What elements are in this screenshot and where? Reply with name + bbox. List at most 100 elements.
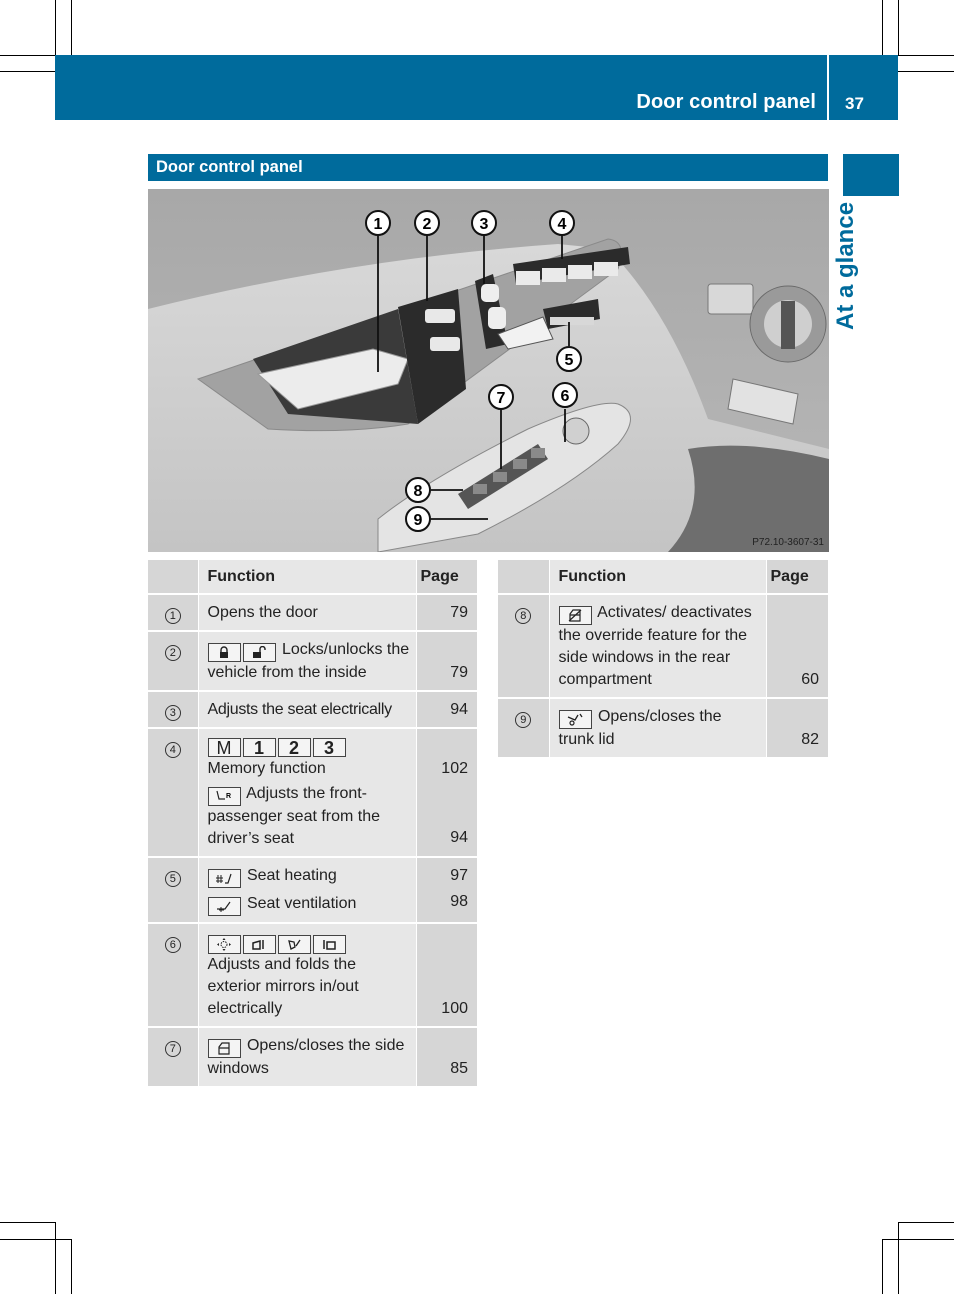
- page-ref[interactable]: 98: [421, 891, 468, 913]
- callout-6: 6: [552, 382, 578, 408]
- page-ref[interactable]: 60: [765, 594, 828, 699]
- lock-button: [425, 309, 455, 323]
- seat-control-button: [481, 284, 499, 302]
- function-text: Memory function: [207, 760, 326, 777]
- door-panel-drawing: 1 2 3 4 5 6 7 8 9: [148, 189, 829, 552]
- page-ref[interactable]: 94: [415, 691, 477, 729]
- memory-key-1: 1: [242, 738, 276, 757]
- crop-mark: [0, 1239, 71, 1240]
- mirror-joystick: [562, 417, 590, 445]
- callout-1: 1: [365, 210, 391, 236]
- function-table-left: Function Page 1 Opens the door 79 2 Lock…: [148, 560, 477, 1088]
- item-number: 9: [515, 712, 532, 728]
- callout-8: 8: [405, 477, 431, 503]
- callout-3: 3: [471, 210, 497, 236]
- door-panel-illustration: 1 2 3 4 5 6 7 8 9 P72.10-3607-31: [148, 189, 829, 552]
- passenger-seat-icon: R: [207, 787, 241, 806]
- svg-text:5: 5: [565, 352, 574, 369]
- crop-mark: [898, 71, 954, 72]
- page-ref[interactable]: 94: [421, 827, 468, 849]
- crop-mark: [0, 55, 55, 56]
- image-reference-code: P72.10-3607-31: [752, 537, 824, 548]
- unlock-button: [430, 337, 460, 351]
- function-text: Seat heating: [246, 867, 337, 884]
- svg-text:6: 6: [561, 388, 570, 405]
- page-ref[interactable]: 102: [421, 758, 468, 780]
- crop-mark: [882, 1239, 883, 1294]
- page-ref[interactable]: 82: [765, 698, 828, 759]
- side-window-icon: [207, 1039, 241, 1058]
- function-text: Adjusts the seat electrically: [197, 691, 416, 729]
- svg-text:2: 2: [423, 216, 432, 233]
- svg-text:7: 7: [497, 390, 506, 407]
- function-table-right: Function Page 8 Activates/ deactivates t…: [498, 560, 828, 759]
- crop-mark: [898, 0, 899, 55]
- callout-7: 7: [488, 384, 514, 410]
- table-header-row: Function Page: [498, 560, 828, 595]
- crop-mark: [882, 0, 883, 55]
- section-heading: Door control panel: [148, 154, 828, 181]
- header-index: [148, 560, 198, 595]
- function-text: Opens the door: [197, 594, 416, 632]
- page-ref[interactable]: 100: [415, 923, 477, 1028]
- table-row: 5 Seat heating Seat ventilation 97 98: [148, 857, 477, 924]
- memory-key: [516, 271, 540, 285]
- running-header-title: Door control panel: [636, 91, 816, 113]
- callout-5: 5: [556, 346, 582, 372]
- crop-mark: [0, 71, 55, 72]
- function-text: Adjusts and folds the exterior mirrors i…: [207, 956, 359, 1017]
- callout-4: 4: [549, 210, 575, 236]
- mirror-adjust-icon: [207, 935, 241, 954]
- svg-text:3: 3: [480, 216, 489, 233]
- table-row: 8 Activates/ deactivates the override fe…: [498, 594, 828, 699]
- header-index: [498, 560, 549, 595]
- unlock-icon: [242, 643, 276, 662]
- lock-icon: [207, 643, 241, 662]
- page-ref[interactable]: 79: [415, 631, 477, 692]
- trunk-lid-icon: [558, 710, 592, 729]
- memory-key: [542, 268, 566, 282]
- crop-mark: [898, 1222, 899, 1294]
- header-divider: [827, 55, 829, 120]
- seat-heating-icon: [207, 869, 241, 888]
- callout-2: 2: [414, 210, 440, 236]
- memory-key-3: 3: [312, 738, 346, 757]
- page-ref[interactable]: 97: [421, 865, 468, 887]
- item-number: 5: [164, 871, 181, 887]
- page-header: Door control panel 37: [55, 55, 898, 120]
- crop-mark: [882, 1239, 954, 1240]
- table-row: 2 Locks/unlocks the vehicle from the ins…: [148, 631, 477, 692]
- callout-9: 9: [405, 506, 431, 532]
- seat-heat-vent-buttons: [550, 317, 594, 325]
- function-text: Seat ventilation: [246, 895, 357, 912]
- table-row: 7 Opens/closes the side windows 85: [148, 1027, 477, 1088]
- seat-ventilation-icon: [207, 897, 241, 916]
- page-ref[interactable]: 85: [415, 1027, 477, 1088]
- mirror-fold-icon: [277, 935, 311, 954]
- memory-key: [568, 265, 592, 279]
- rear-window-override-icon: [558, 606, 592, 625]
- crop-mark: [71, 0, 72, 55]
- table-row: 4 M123 Memory function R Adjusts the fro…: [148, 728, 477, 858]
- table-header-row: Function Page: [148, 560, 477, 595]
- window-switch: [531, 448, 545, 458]
- table-row: 9 Opens/closes the trunk lid 82: [498, 698, 828, 759]
- memory-key-m: M: [207, 738, 241, 757]
- table-row: 3 Adjusts the seat electrically 94: [148, 691, 477, 729]
- svg-text:4: 4: [558, 216, 567, 233]
- header-page: Page: [415, 560, 477, 595]
- page-number: 37: [845, 94, 864, 113]
- item-number: 1: [164, 608, 181, 624]
- header-function: Function: [197, 560, 416, 595]
- header-function: Function: [548, 560, 766, 595]
- page-ref[interactable]: 79: [415, 594, 477, 632]
- seat-control-button: [488, 307, 506, 329]
- light-switch-button: [707, 283, 754, 315]
- mirror-right-icon: [242, 935, 276, 954]
- item-number: 6: [164, 937, 181, 953]
- svg-text:9: 9: [414, 512, 423, 529]
- item-number: 2: [164, 645, 181, 661]
- svg-text:8: 8: [414, 483, 423, 500]
- window-switch: [493, 472, 507, 482]
- item-number: 3: [164, 705, 181, 721]
